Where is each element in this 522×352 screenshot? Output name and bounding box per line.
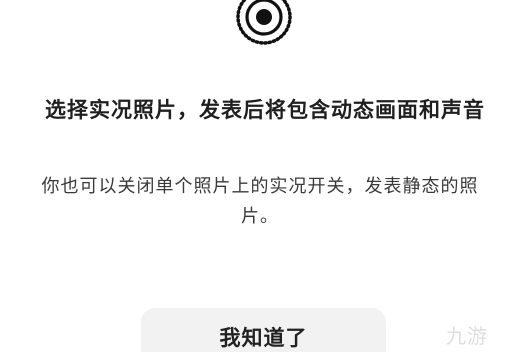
live-photo-icon bbox=[229, 0, 299, 52]
dialog-description: 你也可以关闭单个照片上的实况开关，发表静态的照片。 bbox=[41, 176, 479, 227]
confirm-button[interactable]: 我知道了 bbox=[141, 308, 386, 352]
watermark-logo: 九游 bbox=[446, 324, 488, 348]
live-photo-dialog: 选择实况照片，发表后将包含动态画面和声音 你也可以关闭单个照片上的实况开关，发表… bbox=[0, 0, 522, 352]
dialog-title: 选择实况照片，发表后将包含动态画面和声音 bbox=[45, 98, 485, 122]
